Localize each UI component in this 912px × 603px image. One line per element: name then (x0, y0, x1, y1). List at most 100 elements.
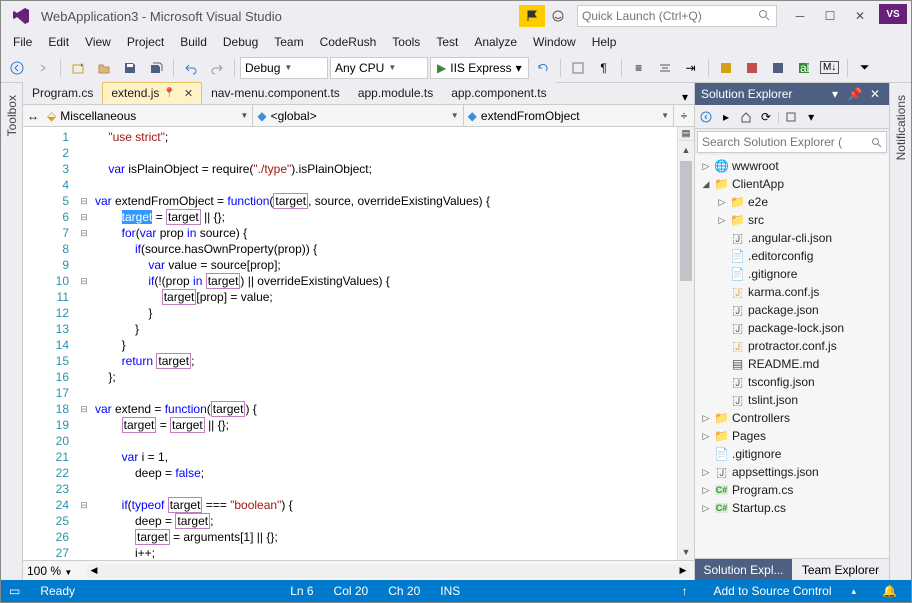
redo-button[interactable] (205, 56, 229, 80)
vertical-scrollbar[interactable]: ▲ ▼ (677, 141, 694, 560)
tab-extend-js[interactable]: extend.js📍✕ (102, 82, 202, 104)
tree-node-Startup-cs[interactable]: ▷C#Startup.cs (695, 499, 889, 517)
tree-node-src[interactable]: ▷📁src (695, 211, 889, 229)
tab-app-component-ts[interactable]: app.component.ts (442, 82, 555, 104)
minimize-button[interactable]: ─ (785, 4, 815, 28)
scroll-down-arrow[interactable]: ▼ (678, 543, 694, 560)
expand-icon[interactable]: ▷ (701, 467, 711, 478)
start-debug-button[interactable]: ▶IIS Express▾ (430, 57, 529, 79)
tree-node-appsettings-json[interactable]: ▷🇯appsettings.json (695, 463, 889, 481)
tree-node-protractor-conf-js[interactable]: 🇯protractor.conf.js (695, 337, 889, 355)
tree-node-karma-conf-js[interactable]: 🇯karma.conf.js (695, 283, 889, 301)
menu-window[interactable]: Window (525, 32, 584, 52)
browser-link-refresh-button[interactable] (531, 56, 555, 80)
se-home-icon[interactable] (737, 107, 755, 127)
panel-close-icon[interactable]: ✕ (867, 87, 883, 101)
expand-icon[interactable]: ▷ (701, 503, 711, 514)
toolbar-overflow[interactable]: ⏷ (853, 56, 877, 80)
platform-combo[interactable]: Any CPU▼ (330, 57, 428, 79)
save-all-button[interactable] (144, 56, 168, 80)
zoom-combo[interactable]: 100 % ▼ (27, 564, 81, 578)
save-button[interactable] (118, 56, 142, 80)
tree-node--editorconfig[interactable]: 📄.editorconfig (695, 247, 889, 265)
maximize-button[interactable]: ☐ (815, 4, 845, 28)
undo-button[interactable] (179, 56, 203, 80)
menu-analyze[interactable]: Analyze (466, 32, 525, 52)
menu-team[interactable]: Team (266, 32, 311, 52)
expand-icon[interactable]: ▷ (701, 413, 711, 424)
se-sync-icon[interactable]: ⟳ (757, 107, 775, 127)
solution-search-input[interactable] (702, 135, 871, 149)
tree-node--gitignore[interactable]: 📄.gitignore (695, 445, 889, 463)
tree-node-e2e[interactable]: ▷📁e2e (695, 193, 889, 211)
tree-node-tsconfig-json[interactable]: 🇯tsconfig.json (695, 373, 889, 391)
toolbar-align-center[interactable] (653, 56, 677, 80)
feedback-flag-icon[interactable] (519, 5, 545, 27)
tab-nav-menu-component-ts[interactable]: nav-menu.component.ts (202, 82, 349, 104)
toolbar-btn-2[interactable]: ¶ (592, 56, 616, 80)
hscroll-right[interactable]: ▶ (676, 564, 690, 578)
tree-node-tslint-json[interactable]: 🇯tslint.json (695, 391, 889, 409)
menu-project[interactable]: Project (119, 32, 172, 52)
menu-build[interactable]: Build (172, 32, 215, 52)
menu-tools[interactable]: Tools (384, 32, 428, 52)
menu-debug[interactable]: Debug (215, 32, 266, 52)
expand-icon[interactable]: ◢ (701, 179, 711, 190)
nav-scope-combo[interactable]: ⬙Miscellaneous▼ (43, 105, 253, 126)
tree-node-ClientApp[interactable]: ◢📁ClientApp (695, 175, 889, 193)
tree-node-package-lock-json[interactable]: 🇯package-lock.json (695, 319, 889, 337)
code-editor[interactable]: 1234567891011121314151617181920212223242… (23, 127, 694, 560)
toolbox-tab[interactable]: Toolbox (3, 87, 21, 144)
tree-node-Controllers[interactable]: ▷📁Controllers (695, 409, 889, 427)
tree-node-README-md[interactable]: ▤README.md (695, 355, 889, 373)
toolbar-indent[interactable]: ⇥ (679, 56, 703, 80)
expand-icon[interactable]: ▷ (701, 161, 711, 172)
nav-back-button[interactable] (5, 56, 29, 80)
se-back-icon[interactable] (697, 107, 715, 127)
tree-node-wwwroot[interactable]: ▷🌐wwwroot (695, 157, 889, 175)
close-button[interactable]: ✕ (845, 4, 875, 28)
tree-node--angular-cli-json[interactable]: 🇯.angular-cli.json (695, 229, 889, 247)
toolbar-align-left[interactable]: ≡ (627, 56, 651, 80)
quick-launch[interactable] (577, 5, 777, 27)
notifications-tab[interactable]: Notifications (892, 87, 910, 168)
tabs-overflow[interactable]: ▾ (676, 90, 694, 104)
code-text-area[interactable]: "use strict"; var isPlainObject = requir… (91, 127, 677, 560)
expand-icon[interactable]: ▷ (717, 197, 727, 208)
vs-account-badge[interactable]: VS (879, 4, 907, 24)
menu-view[interactable]: View (77, 32, 119, 52)
tab-app-module-ts[interactable]: app.module.ts (349, 82, 442, 104)
toolbar-btn-1[interactable] (566, 56, 590, 80)
nav-member-combo[interactable]: ◆extendFromObject▼ (464, 105, 674, 126)
code-folding-gutter[interactable]: ⊟⊟⊟⊟⊟⊟ (77, 127, 91, 560)
solution-search[interactable] (697, 131, 887, 153)
expand-icon[interactable]: ▷ (701, 431, 711, 442)
status-notify-icon[interactable]: 🔔 (876, 584, 903, 598)
new-project-button[interactable] (66, 56, 90, 80)
toolbar-btn-b[interactable] (740, 56, 764, 80)
nav-fwd-button[interactable] (31, 56, 55, 80)
expand-icon[interactable]: ▷ (717, 215, 727, 226)
toolbar-btn-c[interactable] (766, 56, 790, 80)
open-file-button[interactable] (92, 56, 116, 80)
tree-node-Pages[interactable]: ▷📁Pages (695, 427, 889, 445)
menu-coderush[interactable]: CodeRush (312, 32, 385, 52)
solution-tree[interactable]: ▷🌐wwwroot◢📁ClientApp▷📁e2e▷📁src🇯.angular-… (695, 155, 889, 558)
hscroll-left[interactable]: ◀ (87, 564, 101, 578)
nav-type-combo[interactable]: ◆<global>▼ (253, 105, 463, 126)
toolbar-btn-d[interactable]: ab (792, 56, 816, 80)
solution-explorer-title-bar[interactable]: Solution Explorer ▾ 📌 ✕ (695, 83, 889, 105)
panel-pin-icon[interactable]: 📌 (847, 87, 863, 101)
menu-file[interactable]: File (5, 32, 40, 52)
close-tab-icon[interactable]: ✕ (184, 87, 193, 100)
se-more-icon[interactable]: ▾ (802, 107, 820, 127)
menu-test[interactable]: Test (428, 32, 466, 52)
panel-tab-Team-Explorer[interactable]: Team Explorer (792, 559, 889, 580)
tree-node-Program-cs[interactable]: ▷C#Program.cs (695, 481, 889, 499)
quick-launch-input[interactable] (582, 9, 758, 23)
pin-icon[interactable]: 📍 (163, 88, 175, 99)
menu-help[interactable]: Help (584, 32, 625, 52)
add-source-control[interactable]: Add to Source Control (713, 584, 831, 598)
tree-node--gitignore[interactable]: 📄.gitignore (695, 265, 889, 283)
panel-dropdown-icon[interactable]: ▾ (827, 87, 843, 101)
